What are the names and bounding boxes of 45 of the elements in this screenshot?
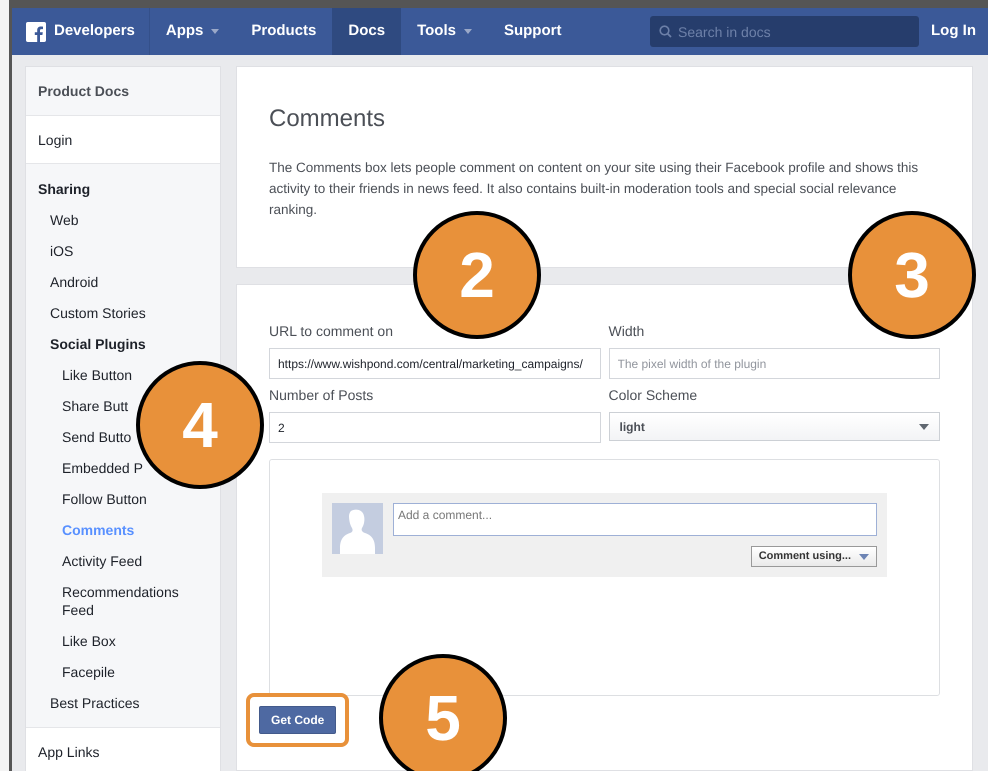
brand-link[interactable]: Developers xyxy=(54,20,135,43)
comment-using-dropdown[interactable]: Comment using... xyxy=(750,546,877,567)
sidebar-item[interactable]: Share Butt xyxy=(62,396,128,414)
page-title: Comments xyxy=(269,104,386,134)
dropdown-select[interactable]: light xyxy=(608,412,940,441)
nav-tab[interactable]: Support xyxy=(488,8,578,55)
caret-icon xyxy=(919,424,929,430)
nav-tab[interactable]: Tools xyxy=(401,8,488,55)
sidebar-item[interactable]: Follow Button xyxy=(62,490,147,508)
sidebar-item[interactable]: Send Butto xyxy=(62,428,132,446)
sidebar-item[interactable]: Social Plugins xyxy=(50,334,146,352)
comment-input[interactable]: Add a comment... xyxy=(393,503,877,536)
nav-tab[interactable]: Docs xyxy=(332,8,402,55)
field-label: Width xyxy=(608,322,646,341)
sidebar-item[interactable]: App Links xyxy=(26,727,220,771)
field-label: Number of Posts xyxy=(269,386,374,405)
input-field[interactable]: 2 xyxy=(269,412,600,443)
avatar-silhouette-icon xyxy=(332,503,383,554)
sidebar-item[interactable]: Recommendations Feed xyxy=(62,582,210,618)
sidebar-item[interactable]: Facepile xyxy=(62,662,115,680)
sidebar-item[interactable]: Android xyxy=(50,272,98,290)
caret-icon xyxy=(211,29,220,34)
input-field[interactable]: https://www.wishpond.com/central/marketing_campaigns/ xyxy=(269,348,600,379)
caret-icon xyxy=(859,554,869,560)
sidebar-item[interactable]: Like Box xyxy=(62,632,116,650)
login-link[interactable]: Log In xyxy=(931,20,988,43)
sidebar-item[interactable]: iOS xyxy=(50,242,74,260)
sidebar-item[interactable]: Web xyxy=(50,210,79,228)
search-icon xyxy=(659,25,672,38)
field-label: Color Scheme xyxy=(608,386,698,405)
nav-tab[interactable]: Products xyxy=(235,8,332,55)
sidebar-item[interactable]: Like Button xyxy=(62,366,132,384)
sidebar-item[interactable]: Login xyxy=(26,115,220,163)
sidebar-item[interactable]: Sharing xyxy=(38,180,90,198)
caret-icon xyxy=(464,29,472,34)
get-code-button[interactable]: Get Code xyxy=(259,706,336,734)
sidebar-item[interactable]: Custom Stories xyxy=(50,304,146,322)
nav-tab[interactable]: Apps xyxy=(150,8,236,55)
sidebar-header: Product Docs xyxy=(37,82,130,100)
field-label: URL to comment on xyxy=(269,322,394,341)
input-field[interactable]: The pixel width of the plugin xyxy=(608,348,940,379)
logo-icon xyxy=(26,22,46,42)
sidebar-item[interactable]: Activity Feed xyxy=(62,552,142,570)
search-field[interactable]: Search in docs xyxy=(650,16,919,47)
sidebar-item[interactable]: Best Practices xyxy=(50,694,140,712)
